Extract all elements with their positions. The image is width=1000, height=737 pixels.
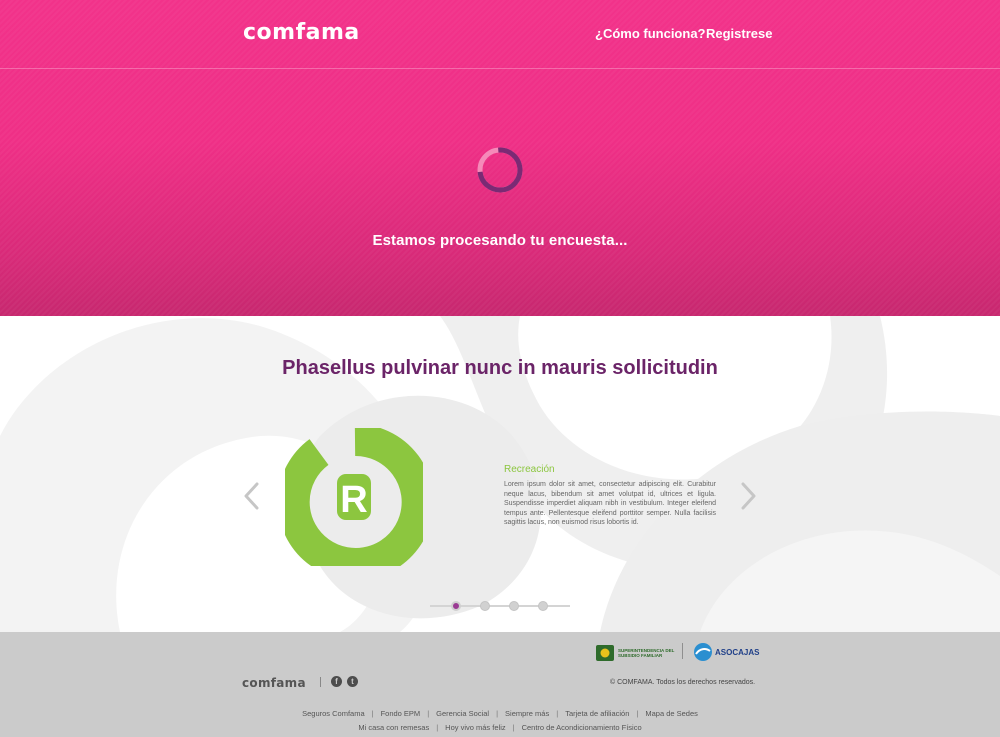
nav-link-registrese[interactable]: Registrese bbox=[706, 26, 772, 41]
link-separator: | bbox=[371, 709, 374, 718]
footer-link-tarjeta-afiliacion[interactable]: Tarjeta de afiliación bbox=[565, 709, 629, 718]
link-separator: | bbox=[436, 723, 439, 732]
link-separator: | bbox=[636, 709, 639, 718]
page-footer: SUPERINTENDENCIA DEL SUBSIDIO FAMILIAR A… bbox=[0, 632, 1000, 737]
slide-description: Lorem ipsum dolor sit amet, consectetur … bbox=[504, 481, 716, 527]
processing-status-text: Estamos procesando tu encuesta... bbox=[372, 232, 628, 249]
twitter-icon[interactable]: t bbox=[347, 676, 358, 687]
top-navigation-bar: comfama ¿Cómo funciona? Registrese bbox=[0, 0, 1000, 68]
superintendencia-name: SUPERINTENDENCIA DEL SUBSIDIO FAMILIAR bbox=[618, 647, 675, 659]
footer-links-row-1: Seguros Comfama | Fondo EPM | Gerencia Socia… bbox=[0, 709, 1000, 718]
link-separator: | bbox=[427, 709, 430, 718]
footer-link-centro-acondicionamiento[interactable]: Centro de Acondicionamiento Físico bbox=[522, 723, 642, 732]
link-separator: | bbox=[512, 723, 515, 732]
asocajas-name: ASOCAJAS bbox=[715, 647, 760, 657]
footer-link-hoy-vivo-mas-feliz[interactable]: Hoy vivo más feliz bbox=[445, 723, 505, 732]
footer-link-gerencia-social[interactable]: Gerencia Social bbox=[436, 709, 489, 718]
superintendencia-logo[interactable]: SUPERINTENDENCIA DEL SUBSIDIO FAMILIAR bbox=[596, 643, 678, 663]
pagination-dot-1[interactable] bbox=[451, 601, 461, 611]
section-title: Phasellus pulvinar nunc in mauris sollic… bbox=[282, 357, 718, 379]
partner-divider bbox=[682, 643, 683, 659]
link-separator: | bbox=[556, 709, 559, 718]
loading-spinner-icon bbox=[477, 147, 523, 193]
pagination-dot-4[interactable] bbox=[538, 601, 548, 611]
recreacion-badge-icon: R bbox=[285, 428, 423, 566]
footer-link-siempre-mas[interactable]: Siempre más bbox=[505, 709, 549, 718]
asocajas-logo[interactable]: ASOCAJAS bbox=[693, 642, 759, 662]
footer-link-mi-casa-remesas[interactable]: Mi casa con remesas bbox=[358, 723, 429, 732]
superintendencia-emblem-icon bbox=[596, 645, 614, 661]
nav-link-como-funciona[interactable]: ¿Cómo funciona? bbox=[595, 26, 706, 41]
copyright-text: © COMFAMA. Todos los derechos reservados… bbox=[610, 679, 756, 686]
chevron-right-icon[interactable] bbox=[740, 481, 758, 511]
slide-category: Recreación bbox=[504, 464, 555, 475]
facebook-icon[interactable]: f bbox=[331, 676, 342, 687]
badge-letter: R bbox=[340, 479, 367, 521]
footer-logo-divider bbox=[320, 677, 321, 687]
footer-link-seguros-comfama[interactable]: Seguros Comfama bbox=[302, 709, 365, 718]
main-content: Phasellus pulvinar nunc in mauris sollic… bbox=[0, 316, 1000, 632]
footer-link-fondo-epm[interactable]: Fondo EPM bbox=[381, 709, 421, 718]
asocajas-emblem-icon bbox=[694, 643, 712, 661]
pagination-dot-3[interactable] bbox=[509, 601, 519, 611]
link-separator: | bbox=[496, 709, 499, 718]
chevron-left-icon[interactable] bbox=[242, 481, 260, 511]
comfama-logo[interactable]: comfama bbox=[243, 20, 360, 45]
pagination-dot-2[interactable] bbox=[480, 601, 490, 611]
hero-banner: comfama ¿Cómo funciona? Registrese Estam… bbox=[0, 0, 1000, 316]
footer-links-row-2: Mi casa con remesas | Hoy vivo más feliz | C… bbox=[0, 723, 1000, 732]
footer-comfama-logo[interactable]: comfama bbox=[242, 676, 306, 690]
footer-link-mapa-sedes[interactable]: Mapa de Sedes bbox=[645, 709, 698, 718]
header-divider bbox=[0, 68, 1000, 69]
